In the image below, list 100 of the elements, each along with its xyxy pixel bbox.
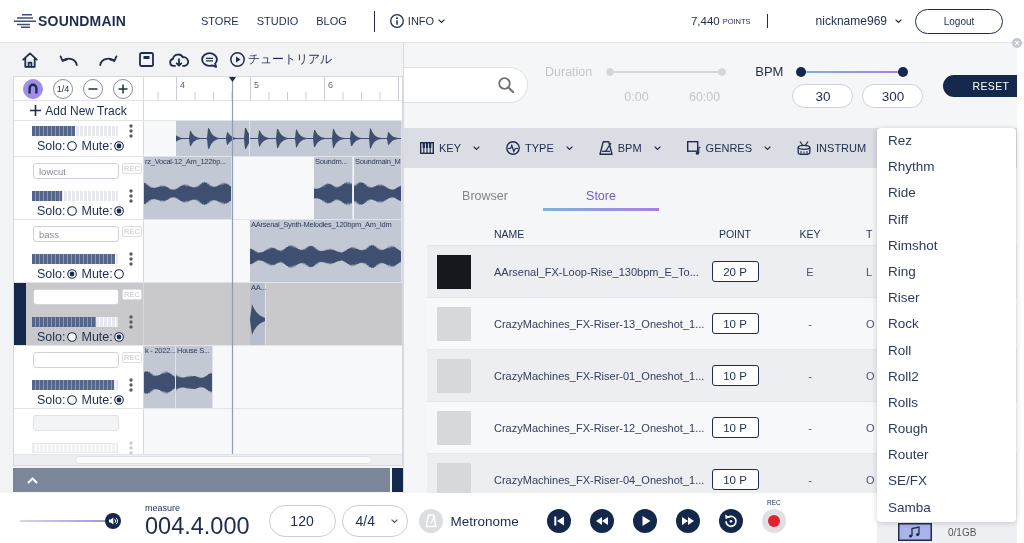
metronome-toggle[interactable]: Metronome — [418, 509, 519, 533]
menu-item[interactable]: Ring — [877, 258, 1016, 286]
filter-dropdown[interactable]: BPM — [598, 141, 661, 155]
track-name-field[interactable]: bass — [33, 226, 119, 242]
plus-icon[interactable] — [113, 78, 133, 99]
cloud-download-icon[interactable] — [169, 52, 189, 67]
ruler-label: 4 — [180, 80, 185, 90]
mute-label: Mute: — [81, 267, 113, 281]
solo-radio[interactable] — [66, 206, 77, 216]
points-button[interactable]: 10 P — [711, 313, 759, 334]
chat-icon[interactable] — [201, 51, 218, 68]
magnet-icon[interactable] — [23, 78, 43, 99]
bpm-label: BPM — [755, 65, 784, 79]
side-handle[interactable] — [392, 468, 403, 492]
column-header: T — [866, 227, 873, 240]
more-icon[interactable] — [129, 315, 133, 329]
nav-link[interactable]: STUDIO — [256, 15, 299, 27]
menu-item[interactable]: SE/FX — [877, 468, 1016, 495]
logo-icon[interactable] — [14, 14, 36, 28]
filter-dropdown[interactable]: GENRES — [686, 141, 772, 155]
logout-button[interactable]: Logout — [915, 8, 1003, 34]
metronome-icon — [598, 141, 613, 155]
undo-icon[interactable] — [59, 53, 78, 66]
menu-item[interactable]: Riff — [877, 206, 1016, 233]
points-button[interactable]: 10 P — [711, 469, 759, 490]
menu-item[interactable]: Roll2 — [877, 363, 1016, 390]
solo-radio[interactable] — [66, 395, 77, 405]
add-track-button[interactable]: Add New Track — [14, 101, 143, 120]
caret-icon — [895, 19, 902, 23]
file-name: CrazyMachines_FX-Riser-12_Oneshot_1... — [494, 421, 705, 434]
bpm-max-field[interactable]: 300 — [862, 84, 924, 108]
time-signature-select[interactable]: 4/4 — [341, 505, 408, 537]
mute-radio[interactable] — [113, 269, 124, 279]
panel-toggle-bar[interactable] — [13, 468, 390, 492]
mute-radio[interactable] — [113, 395, 124, 405]
rewind-icon[interactable] — [589, 509, 614, 533]
audio-clip[interactable] — [250, 121, 402, 156]
scrollbar-thumb[interactable] — [75, 456, 372, 464]
volume-slider[interactable] — [20, 513, 121, 529]
bpm-min-field[interactable]: 30 — [792, 84, 854, 108]
caret-icon — [565, 146, 573, 150]
nav-link[interactable]: STORE — [201, 15, 239, 27]
tempo-field[interactable]: 120 — [268, 505, 336, 537]
menu-item[interactable]: Rock — [877, 311, 1016, 338]
mute-radio[interactable] — [113, 141, 124, 151]
solo-radio[interactable] — [66, 269, 77, 279]
audio-clip[interactable] — [176, 121, 250, 156]
slider-thumb[interactable] — [898, 67, 909, 77]
mute-radio[interactable] — [113, 206, 124, 216]
minus-icon[interactable] — [83, 78, 103, 99]
caret-icon — [438, 19, 446, 23]
replay-icon[interactable] — [718, 509, 743, 533]
menu-item[interactable]: Rhythm — [877, 154, 1016, 181]
piano-keys-icon — [420, 141, 434, 155]
grid-button[interactable]: 1/4 — [53, 78, 73, 99]
fast-forward-icon[interactable] — [675, 509, 700, 533]
logo-text[interactable]: SOUNDMAIN — [38, 13, 127, 29]
reset-button[interactable]: RESET — [943, 75, 1017, 97]
save-icon[interactable] — [139, 52, 154, 67]
mute-radio[interactable] — [113, 332, 124, 342]
nav-link[interactable]: BLOG — [316, 15, 347, 27]
points-button[interactable]: 10 P — [711, 417, 759, 438]
redo-icon[interactable] — [99, 53, 118, 66]
pulse-circle-icon — [506, 141, 520, 155]
more-icon[interactable] — [129, 124, 133, 138]
column-header: NAME — [494, 227, 525, 240]
menu-item[interactable]: Rough — [877, 416, 1016, 443]
tutorial-button[interactable]: チュートリアル — [230, 51, 332, 68]
more-icon[interactable] — [129, 189, 133, 203]
track-name-field[interactable] — [33, 352, 119, 368]
track-name-field[interactable] — [33, 289, 119, 305]
filter-dropdown[interactable]: KEY — [420, 141, 480, 155]
speaker-icon[interactable] — [105, 513, 121, 529]
menu-item[interactable]: Ride — [877, 180, 1016, 207]
filter-dropdown[interactable]: TYPE — [506, 141, 573, 155]
key-text: - — [808, 473, 812, 486]
menu-item[interactable]: Samba — [877, 494, 1016, 521]
more-icon[interactable] — [129, 378, 133, 392]
bpm-slider[interactable] — [796, 67, 909, 77]
info-menu[interactable]: INFO — [389, 14, 446, 28]
track-name-field[interactable]: lowcut — [33, 163, 119, 179]
playhead[interactable] — [229, 77, 236, 454]
filter-dropdown[interactable]: INSTRUM — [797, 141, 867, 155]
solo-radio[interactable] — [66, 141, 77, 151]
info-icon — [389, 14, 404, 28]
slider-thumb[interactable] — [796, 67, 807, 77]
mute-label: Mute: — [81, 393, 113, 407]
more-icon[interactable] — [129, 252, 133, 266]
skip-back-icon[interactable] — [546, 509, 571, 533]
points-button[interactable]: 10 P — [711, 365, 759, 386]
file-name: CrazyMachines_FX-Riser-13_Oneshot_1... — [494, 317, 705, 330]
user-menu[interactable]: nickname969 — [815, 14, 902, 28]
play-icon[interactable] — [632, 509, 657, 533]
menu-item[interactable]: Rez — [877, 128, 1016, 155]
solo-radio[interactable] — [66, 332, 77, 342]
home-icon[interactable] — [22, 51, 38, 68]
tab[interactable]: Browser — [427, 180, 543, 211]
points-button[interactable]: 20 P — [711, 261, 759, 282]
record-icon[interactable] — [761, 509, 786, 533]
search-field[interactable] — [404, 67, 528, 103]
